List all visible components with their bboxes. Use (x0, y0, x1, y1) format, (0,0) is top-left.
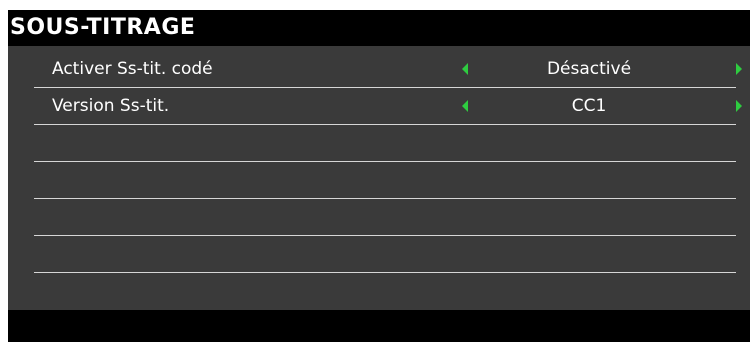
arrow-right-icon[interactable] (736, 100, 742, 112)
menu-row-value: CC1 (571, 96, 607, 116)
menu-row-empty (34, 199, 750, 236)
menu-row-label: Activer Ss-tit. codé (52, 59, 213, 79)
row-divider (34, 272, 736, 273)
title-bar: SOUS-TITRAGE (8, 10, 750, 46)
status-bar (8, 310, 750, 342)
osd-menu: SOUS-TITRAGE Activer Ss-tit. codé Désact… (8, 10, 750, 342)
arrow-left-icon[interactable] (462, 63, 468, 75)
menu-row-closed-caption-enable[interactable]: Activer Ss-tit. codé Désactivé (34, 51, 750, 88)
menu-panel: Activer Ss-tit. codé Désactivé Version S… (8, 46, 750, 310)
menu-row-empty (34, 236, 750, 273)
menu-row-label: Version Ss-tit. (52, 96, 170, 116)
menu-row-empty (34, 162, 750, 199)
menu-row-empty (34, 125, 750, 162)
arrow-right-icon[interactable] (736, 63, 742, 75)
menu-title: SOUS-TITRAGE (10, 15, 196, 40)
menu-row-caption-version[interactable]: Version Ss-tit. CC1 (34, 88, 750, 125)
menu-row-value: Désactivé (546, 59, 632, 79)
arrow-left-icon[interactable] (462, 100, 468, 112)
